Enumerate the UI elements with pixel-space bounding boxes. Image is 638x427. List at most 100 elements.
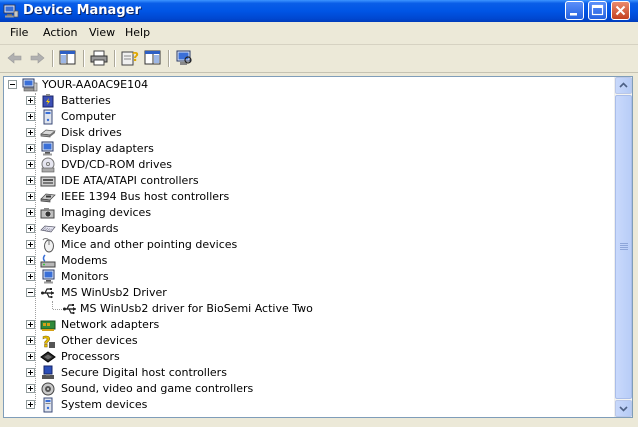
help-icon[interactable]: ? [120,49,140,67]
tree-root[interactable]: YOUR-AA0AC9E104 [4,77,604,93]
tree-item-processors[interactable]: Processors [4,349,604,365]
tree-item-biosemi-driver[interactable]: MS WinUsb2 driver for BioSemi Active Two [4,301,604,317]
thumb-grip [620,243,628,244]
device-manager-icon [3,4,19,18]
close-icon [615,5,626,16]
menu-view[interactable]: View [89,26,115,39]
chevron-down-icon [619,406,628,412]
ide-controller-icon [40,176,56,187]
tree-item-disk-drives[interactable]: Disk drives [4,125,604,141]
tree-item-computer[interactable]: Computer [4,109,604,125]
collapse-toggle[interactable] [8,80,17,89]
expand-toggle[interactable] [26,352,35,361]
computer-icon [43,109,53,125]
title-bar[interactable]: Device Manager [0,0,638,22]
usb-icon [63,304,76,315]
system-device-icon [43,397,53,413]
minimize-icon [570,13,577,16]
expand-toggle[interactable] [26,208,35,217]
tree-item-other-devices[interactable]: ? Other devices [4,333,604,349]
tree-item-label: Secure Digital host controllers [61,366,227,379]
tree-item-label: Display adapters [61,142,154,155]
computer-icon [22,78,38,92]
tree-item-label: Computer [61,110,116,123]
question-icon: ? [42,333,55,349]
tree-item-label: Network adapters [61,318,160,331]
tree-item-ide-controllers[interactable]: IDE ATA/ATAPI controllers [4,173,604,189]
tree-item-monitors[interactable]: Monitors [4,269,604,285]
expand-toggle[interactable] [26,192,35,201]
device-tree[interactable]: YOUR-AA0AC9E104 Batteries Computer Disk … [3,76,633,418]
maximize-button[interactable] [588,1,607,20]
svg-text:?: ? [132,50,139,64]
expand-toggle[interactable] [26,176,35,185]
expand-toggle[interactable] [26,160,35,169]
tree-item-sound-video-game[interactable]: Sound, video and game controllers [4,381,604,397]
scroll-up-button[interactable] [615,77,632,94]
sd-controller-icon [42,365,54,379]
network-adapter-icon [40,320,56,331]
tree-item-label: Other devices [61,334,138,347]
tree-item-label: DVD/CD-ROM drives [61,158,172,171]
menu-file[interactable]: File [10,26,28,39]
menu-action[interactable]: Action [43,26,77,39]
expand-toggle[interactable] [26,128,35,137]
tree-item-label: Disk drives [61,126,122,139]
close-button[interactable] [611,1,630,20]
tree-item-batteries[interactable]: Batteries [4,93,604,109]
tree-item-label: IDE ATA/ATAPI controllers [61,174,199,187]
minimize-button[interactable] [565,1,584,20]
tree-item-ieee-1394-controllers[interactable]: IEEE 1394 Bus host controllers [4,189,604,205]
collapse-toggle[interactable] [26,288,35,297]
export-list-icon[interactable] [143,49,163,67]
window-title: Device Manager [23,3,141,18]
tree-item-modems[interactable]: Modems [4,253,604,269]
expand-toggle[interactable] [26,320,35,329]
thumb-grip [620,245,628,246]
expand-toggle[interactable] [26,112,35,121]
tree-item-label: Keyboards [61,222,119,235]
scroll-down-button[interactable] [615,400,632,417]
expand-toggle[interactable] [26,400,35,409]
tree-item-network-adapters[interactable]: Network adapters [4,317,604,333]
tree-item-display-adapters[interactable]: Display adapters [4,141,604,157]
camera-icon [40,208,55,219]
expand-toggle[interactable] [26,256,35,265]
menu-bar: File Action View Help [0,22,638,45]
expand-toggle[interactable] [26,384,35,393]
toolbar-separator [168,50,170,67]
scroll-thumb[interactable] [615,95,632,399]
maximize-icon [591,4,604,16]
thumb-grip [620,247,628,248]
tree-item-label: MS WinUsb2 driver for BioSemi Active Two [80,302,313,315]
expand-toggle[interactable] [26,336,35,345]
forward-arrow-icon[interactable] [27,49,47,67]
expand-toggle[interactable] [26,224,35,233]
show-hide-console-tree-icon[interactable] [58,49,78,67]
battery-icon [42,94,54,108]
expand-toggle[interactable] [26,96,35,105]
tree-item-mice[interactable]: Mice and other pointing devices [4,237,604,253]
expand-toggle[interactable] [26,240,35,249]
toolbar-separator [114,50,116,67]
vertical-scrollbar[interactable] [614,77,632,417]
print-icon[interactable] [89,49,109,67]
expand-toggle[interactable] [26,368,35,377]
tree-item-sd-host-controllers[interactable]: Secure Digital host controllers [4,365,604,381]
tree-item-keyboards[interactable]: Keyboards [4,221,604,237]
tree-item-system-devices[interactable]: System devices [4,397,604,413]
tree-item-ms-winusb2-driver[interactable]: MS WinUsb2 Driver [4,285,604,301]
tree-item-label: MS WinUsb2 Driver [61,286,167,299]
scan-hardware-icon[interactable] [174,49,194,67]
firewire-icon [40,193,56,203]
expand-toggle[interactable] [26,144,35,153]
tree-item-imaging-devices[interactable]: Imaging devices [4,205,604,221]
expand-toggle[interactable] [26,272,35,281]
tree-item-label: System devices [61,398,148,411]
tree-item-dvd-cdrom-drives[interactable]: DVD/CD-ROM drives [4,157,604,173]
back-arrow-icon[interactable] [5,49,25,67]
keyboard-icon [40,225,56,233]
menu-help[interactable]: Help [125,26,150,39]
tree-item-label: Sound, video and game controllers [61,382,254,395]
status-bar [0,420,638,427]
